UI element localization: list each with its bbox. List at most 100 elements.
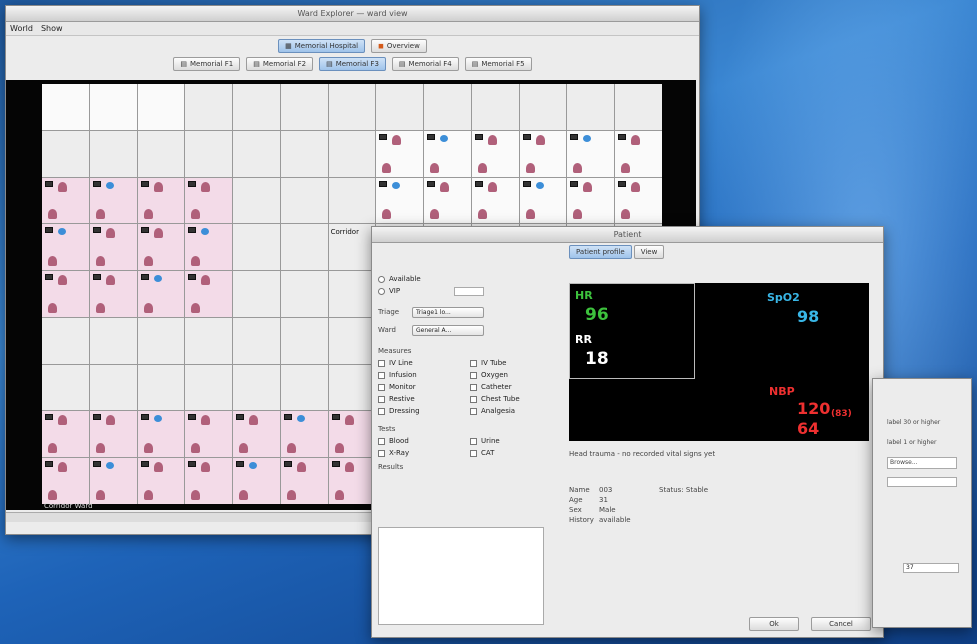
bed-cell[interactable] <box>615 84 662 130</box>
bed-cell[interactable] <box>185 177 233 224</box>
measure-checkbox[interactable]: Chest Tube <box>470 393 548 405</box>
measure-checkbox[interactable]: Catheter <box>470 381 548 393</box>
bed-cell[interactable] <box>376 177 424 224</box>
bed-cell[interactable] <box>328 130 376 177</box>
bed-cell[interactable] <box>89 271 137 317</box>
bed-cell[interactable] <box>137 364 185 411</box>
bed-cell[interactable] <box>185 130 233 177</box>
bed-cell[interactable] <box>280 364 328 411</box>
bed-cell[interactable] <box>89 364 137 411</box>
bed-cell[interactable] <box>137 317 185 364</box>
measure-checkbox[interactable]: Analgesia <box>470 405 548 417</box>
measure-checkbox[interactable]: Monitor <box>378 381 456 393</box>
vip-field[interactable] <box>454 286 485 296</box>
bed-cell[interactable] <box>42 130 89 177</box>
test-checkbox[interactable]: Blood <box>378 435 456 447</box>
settings-field[interactable] <box>887 477 957 487</box>
bed-cell[interactable] <box>185 458 233 504</box>
bed-cell[interactable] <box>328 411 376 458</box>
bed-cell[interactable] <box>42 271 89 317</box>
bed-cell[interactable] <box>280 224 328 271</box>
bed-cell[interactable] <box>280 271 328 317</box>
radio-available[interactable]: Available <box>378 273 548 285</box>
bed-cell[interactable] <box>89 84 137 130</box>
bed-cell[interactable] <box>89 130 137 177</box>
bed-cell[interactable] <box>185 317 233 364</box>
bed-cell[interactable] <box>42 458 89 504</box>
bed-cell[interactable] <box>567 84 615 130</box>
bed-cell[interactable] <box>185 364 233 411</box>
ok-button[interactable]: Ok <box>749 617 799 631</box>
bed-cell[interactable] <box>424 130 471 177</box>
bed-cell[interactable] <box>233 177 280 224</box>
bed-cell[interactable] <box>280 317 328 364</box>
bed-cell[interactable] <box>280 84 328 130</box>
tab-view[interactable]: View <box>633 245 665 259</box>
bed-cell[interactable] <box>280 458 328 504</box>
bed-cell[interactable] <box>42 84 89 130</box>
bed-cell[interactable] <box>519 84 567 130</box>
bed-cell[interactable] <box>137 84 185 130</box>
bed-cell[interactable] <box>471 130 519 177</box>
bed-cell[interactable] <box>471 177 519 224</box>
bed-cell[interactable] <box>328 458 376 504</box>
bed-cell[interactable] <box>42 317 89 364</box>
measure-checkbox[interactable]: IV Tube <box>470 357 548 369</box>
dialog-titlebar[interactable]: Patient <box>372 227 883 243</box>
ward-select[interactable]: General A... <box>412 324 484 336</box>
tab-floor-1[interactable]: ▤ Memorial F1 <box>173 57 241 71</box>
settings-value[interactable]: 37 <box>903 563 959 573</box>
bed-cell[interactable] <box>185 84 233 130</box>
bed-cell[interactable] <box>233 317 280 364</box>
bed-cell[interactable] <box>328 271 376 317</box>
measure-checkbox[interactable]: Restive <box>378 393 456 405</box>
bed-cell[interactable] <box>89 224 137 271</box>
measure-checkbox[interactable]: Dressing <box>378 405 456 417</box>
bed-cell[interactable] <box>233 458 280 504</box>
bed-cell[interactable] <box>89 177 137 224</box>
bed-cell[interactable] <box>137 271 185 317</box>
bed-cell[interactable] <box>137 177 185 224</box>
bed-cell[interactable] <box>89 317 137 364</box>
tab-floor-3[interactable]: ▤ Memorial F3 <box>319 57 386 71</box>
bed-cell[interactable] <box>137 458 185 504</box>
bed-cell[interactable] <box>424 177 471 224</box>
measure-checkbox[interactable]: IV Line <box>378 357 456 369</box>
bed-cell[interactable] <box>233 411 280 458</box>
test-checkbox[interactable]: X-Ray <box>378 447 456 459</box>
triage-select[interactable]: Triage1 lo... <box>412 306 484 318</box>
bed-cell[interactable]: Corridor <box>328 224 376 271</box>
bed-cell[interactable] <box>233 130 280 177</box>
bed-cell[interactable] <box>137 411 185 458</box>
bed-cell[interactable] <box>185 411 233 458</box>
bed-cell[interactable] <box>376 130 424 177</box>
bed-cell[interactable] <box>567 177 615 224</box>
bed-cell[interactable] <box>328 364 376 411</box>
bed-cell[interactable] <box>89 411 137 458</box>
tab-floor-4[interactable]: ▤ Memorial F4 <box>391 57 459 71</box>
bed-cell[interactable] <box>233 84 280 130</box>
bed-cell[interactable] <box>42 411 89 458</box>
results-textarea[interactable] <box>378 527 544 625</box>
bed-cell[interactable] <box>328 177 376 224</box>
bed-cell[interactable] <box>615 130 662 177</box>
bed-cell[interactable] <box>137 130 185 177</box>
test-checkbox[interactable]: Urine <box>470 435 548 447</box>
bed-cell[interactable] <box>376 84 424 130</box>
bed-cell[interactable] <box>137 224 185 271</box>
bed-cell[interactable] <box>233 271 280 317</box>
tab-floor-2[interactable]: ▤ Memorial F2 <box>246 57 314 71</box>
bed-cell[interactable] <box>233 364 280 411</box>
bed-cell[interactable] <box>185 271 233 317</box>
bed-cell[interactable] <box>42 177 89 224</box>
measure-checkbox[interactable]: Infusion <box>378 369 456 381</box>
bed-cell[interactable] <box>233 224 280 271</box>
hospital-button[interactable]: ▦ Memorial Hospital <box>278 39 366 53</box>
bed-cell[interactable] <box>519 130 567 177</box>
menu-world[interactable]: World <box>10 24 33 33</box>
bed-cell[interactable] <box>280 177 328 224</box>
bed-cell[interactable] <box>280 130 328 177</box>
bed-cell[interactable] <box>328 84 376 130</box>
bed-cell[interactable] <box>89 458 137 504</box>
bed-cell[interactable] <box>519 177 567 224</box>
